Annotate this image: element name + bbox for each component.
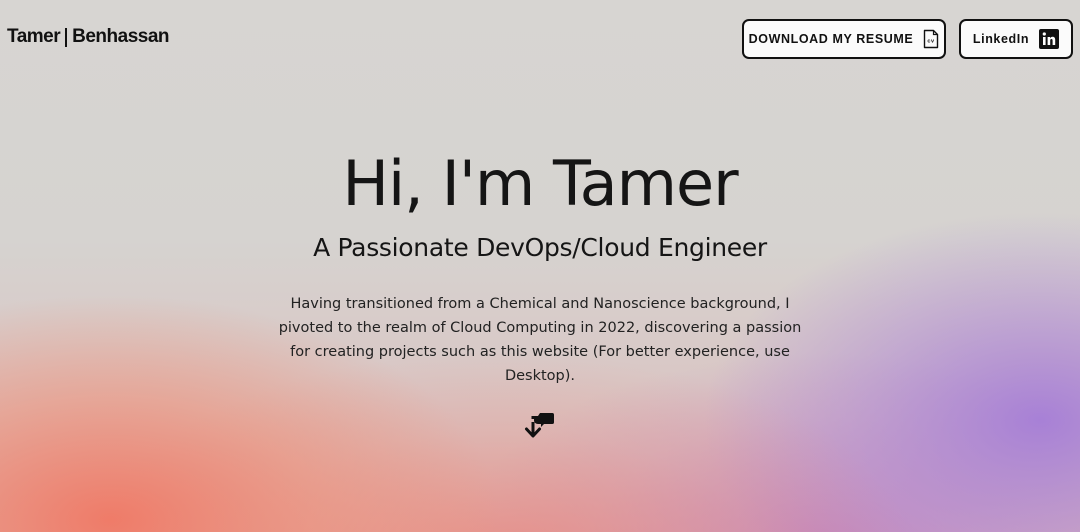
cv-file-icon: cv [923, 29, 939, 49]
site-logo[interactable]: Tamer Benhassan [7, 26, 169, 48]
hero-title: Hi, I'm Tamer [342, 147, 738, 220]
logo-first-name: Tamer [7, 26, 61, 47]
linkedin-icon [1039, 29, 1060, 49]
linkedin-button[interactable]: LinkedIn [959, 19, 1073, 59]
gradient-background [0, 0, 1080, 532]
logo-last-name: Benhassan [72, 26, 169, 47]
hero-subtitle: A Passionate DevOps/Cloud Engineer [313, 233, 767, 262]
download-resume-label: DOWNLOAD MY RESUME [748, 32, 914, 46]
hero-description: Having transitioned from a Chemical and … [278, 296, 802, 384]
download-resume-button[interactable]: DOWNLOAD MY RESUME cv [742, 19, 946, 59]
logo-divider [65, 27, 68, 47]
linkedin-label: LinkedIn [972, 32, 1030, 46]
cv-icon-text: cv [928, 39, 936, 45]
scroll-down-arrow-icon[interactable] [523, 410, 557, 446]
